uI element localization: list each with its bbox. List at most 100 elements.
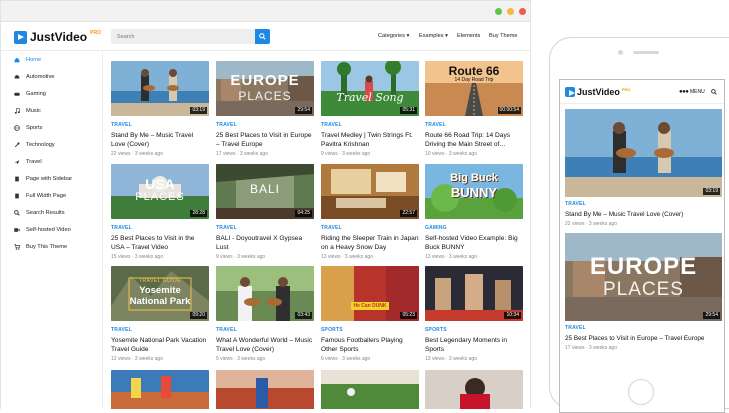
video-thumbnail[interactable] bbox=[321, 370, 419, 409]
video-thumbnail[interactable]: USA PLACES 28:28 bbox=[111, 164, 209, 219]
category-label[interactable]: SPORTS bbox=[321, 327, 419, 333]
category-label[interactable]: TRAVEL bbox=[565, 325, 722, 331]
video-card[interactable]: Big Buck BUNNY GAMING Self-hosted Video … bbox=[425, 164, 523, 260]
video-card[interactable]: 22:57 TRAVEL Riding the Sleeper Train in… bbox=[321, 164, 419, 260]
dots-menu-icon[interactable]: ●●● bbox=[679, 89, 689, 95]
search-icon[interactable] bbox=[711, 89, 717, 95]
video-title[interactable]: Stand By Me – Music Travel Love (Cover) bbox=[111, 131, 209, 149]
video-card[interactable]: Route 66 14 Day Road Trip 00:00:54 TRAVE… bbox=[425, 61, 523, 157]
sidebar-item-search-results[interactable]: Search Results bbox=[14, 210, 65, 216]
category-label[interactable]: TRAVEL bbox=[321, 225, 419, 231]
music-icon bbox=[14, 108, 20, 114]
nav-examples[interactable]: Examples ▾ bbox=[419, 33, 448, 39]
video-title[interactable]: 25 Best Places to Visit in Europe – Trav… bbox=[565, 334, 722, 343]
sidebar-item-technology[interactable]: Technology bbox=[14, 142, 55, 148]
video-thumbnail[interactable]: TRAVEL GUIDE Yosemite National Park 09:2… bbox=[111, 266, 209, 321]
site-logo[interactable]: JustVideo PRO bbox=[14, 30, 101, 44]
video-thumbnail[interactable]: BALI 04:25 bbox=[216, 164, 314, 219]
sidebar-item-sports[interactable]: Sports bbox=[14, 125, 42, 131]
video-card[interactable]: EUROPE PLACES 29:54 TRAVEL 25 Best Place… bbox=[216, 61, 314, 157]
video-title[interactable]: 25 Best Places to Visit in the USA – Tra… bbox=[111, 234, 209, 252]
sidebar-item-automotive[interactable]: Automotive bbox=[14, 74, 54, 80]
video-thumbnail[interactable]: EUROPE PLACES 29:54 bbox=[216, 61, 314, 116]
category-label[interactable]: TRAVEL bbox=[425, 122, 523, 128]
video-thumbnail[interactable]: He Can DUNK 05:23 bbox=[321, 266, 419, 321]
video-thumbnail[interactable]: Route 66 14 Day Road Trip 00:00:54 bbox=[425, 61, 523, 116]
video-thumbnail[interactable]: 10:34 bbox=[425, 266, 523, 321]
video-title[interactable]: Yosemite National Park Vacation Travel G… bbox=[111, 336, 209, 354]
video-title[interactable]: Stand By Me – Music Travel Love (Cover) bbox=[565, 210, 722, 219]
mobile-video-card[interactable]: EUROPE PLACES 29:54 TRAVEL 25 Best Place… bbox=[565, 233, 722, 351]
close-dot[interactable] bbox=[519, 8, 526, 15]
video-card[interactable]: BALI 04:25 TRAVEL BALI - Doyoutravel X G… bbox=[216, 164, 314, 260]
video-card[interactable] bbox=[425, 370, 523, 409]
video-card[interactable]: TRAVEL GUIDE Yosemite National Park 09:2… bbox=[111, 266, 209, 362]
minimize-dot[interactable] bbox=[507, 8, 514, 15]
sidebar-item-label: Automotive bbox=[26, 74, 55, 80]
video-meta: 12 views · 3 weeks ago bbox=[111, 356, 163, 362]
video-card[interactable]: USA PLACES 28:28 TRAVEL 25 Best Places t… bbox=[111, 164, 209, 260]
sidebar-item-music[interactable]: Music bbox=[14, 108, 41, 114]
video-card[interactable]: 03:19 TRAVEL Stand By Me – Music Travel … bbox=[111, 61, 209, 157]
view-count: 13 views bbox=[425, 356, 445, 362]
video-thumbnail[interactable]: 03:43 bbox=[216, 266, 314, 321]
video-thumbnail[interactable] bbox=[111, 370, 209, 409]
video-title[interactable]: Route 66 Road Trip: 14 Days Driving the … bbox=[425, 131, 523, 149]
category-label[interactable]: TRAVEL bbox=[111, 122, 209, 128]
category-label[interactable]: TRAVEL bbox=[111, 327, 209, 333]
mobile-logo[interactable]: JustVideo PRO bbox=[565, 87, 631, 97]
video-card[interactable]: 03:43 TRAVEL What A Wonderful World – Mu… bbox=[216, 266, 314, 362]
video-title[interactable]: Travel Medley | Twin Strings Ft. Pavitra… bbox=[321, 131, 419, 149]
phone-home-button[interactable] bbox=[628, 379, 654, 405]
sidebar-item-self-hosted-video[interactable]: Self-hosted Video bbox=[14, 227, 71, 233]
video-title[interactable]: 25 Best Places to Visit in Europe – Trav… bbox=[216, 131, 314, 149]
video-title[interactable]: Best Legendary Moments in Sports bbox=[425, 336, 523, 354]
video-title[interactable]: Self-hosted Video Example: Big Buck BUNN… bbox=[425, 234, 523, 252]
nav-elements[interactable]: Elements bbox=[457, 33, 480, 39]
category-label[interactable]: TRAVEL bbox=[565, 201, 722, 207]
mobile-video-card[interactable]: 03:19 TRAVEL Stand By Me – Music Travel … bbox=[565, 109, 722, 227]
video-card[interactable] bbox=[216, 370, 314, 409]
nav-categories[interactable]: Categories ▾ bbox=[378, 33, 409, 39]
video-thumbnail[interactable]: 22:57 bbox=[321, 164, 419, 219]
search-input[interactable] bbox=[111, 29, 255, 44]
mobile-menu-button[interactable]: MENU bbox=[690, 89, 705, 95]
video-card[interactable] bbox=[111, 370, 209, 409]
category-label[interactable]: GAMING bbox=[425, 225, 523, 231]
video-thumbnail[interactable]: Big Buck BUNNY bbox=[425, 164, 523, 219]
video-card[interactable]: Travel Song 05:31 TRAVEL Travel Medley |… bbox=[321, 61, 419, 157]
video-title[interactable]: Famous Footballers Playing Other Sports bbox=[321, 336, 419, 354]
page-icon bbox=[14, 176, 20, 182]
video-title[interactable]: What A Wonderful World – Music Travel Lo… bbox=[216, 336, 314, 354]
search-button[interactable] bbox=[255, 29, 270, 44]
video-title[interactable]: BALI - Doyoutravel X Gypsea Lust bbox=[216, 234, 314, 252]
category-label[interactable]: TRAVEL bbox=[216, 122, 314, 128]
category-label[interactable]: TRAVEL bbox=[216, 225, 314, 231]
video-thumbnail[interactable]: 03:19 bbox=[565, 109, 722, 197]
category-label[interactable]: SPORTS bbox=[425, 327, 523, 333]
desktop-browser: JustVideo PRO Categories ▾ Examples ▾ El… bbox=[0, 0, 531, 409]
sidebar-item-gaming[interactable]: Gaming bbox=[14, 91, 46, 97]
video-card[interactable]: 10:34 SPORTS Best Legendary Moments in S… bbox=[425, 266, 523, 362]
video-age: 3 weeks ago bbox=[239, 151, 268, 157]
category-label[interactable]: TRAVEL bbox=[321, 122, 419, 128]
sidebar-item-home[interactable]: Home bbox=[14, 57, 41, 63]
sidebar-item-travel[interactable]: Travel bbox=[14, 159, 42, 165]
video-thumbnail[interactable]: EUROPE PLACES 29:54 bbox=[565, 233, 722, 321]
category-label[interactable]: TRAVEL bbox=[111, 225, 209, 231]
nav-buy-theme[interactable]: Buy Theme bbox=[489, 33, 518, 39]
maximize-dot[interactable] bbox=[495, 8, 502, 15]
video-card[interactable] bbox=[321, 370, 419, 409]
video-thumbnail[interactable]: Travel Song 05:31 bbox=[321, 61, 419, 116]
category-label[interactable]: TRAVEL bbox=[216, 327, 314, 333]
sidebar-item-full-width-page[interactable]: Full Width Page bbox=[14, 193, 66, 199]
video-thumbnail[interactable] bbox=[425, 370, 523, 409]
video-thumbnail[interactable]: 03:19 bbox=[111, 61, 209, 116]
sidebar-item-page-with-sidebar[interactable]: Page with Sidebar bbox=[14, 176, 72, 182]
video-title[interactable]: Riding the Sleeper Train in Japan on a H… bbox=[321, 234, 419, 252]
video-thumbnail[interactable] bbox=[216, 370, 314, 409]
sidebar-item-buy-this-theme[interactable]: Buy This Theme bbox=[14, 244, 67, 250]
video-card[interactable]: He Can DUNK 05:23 SPORTS Famous Football… bbox=[321, 266, 419, 362]
chevron-down-icon: ▾ bbox=[445, 33, 448, 39]
thumbnail-kicker-overlay: TRAVEL GUIDE bbox=[138, 278, 182, 284]
